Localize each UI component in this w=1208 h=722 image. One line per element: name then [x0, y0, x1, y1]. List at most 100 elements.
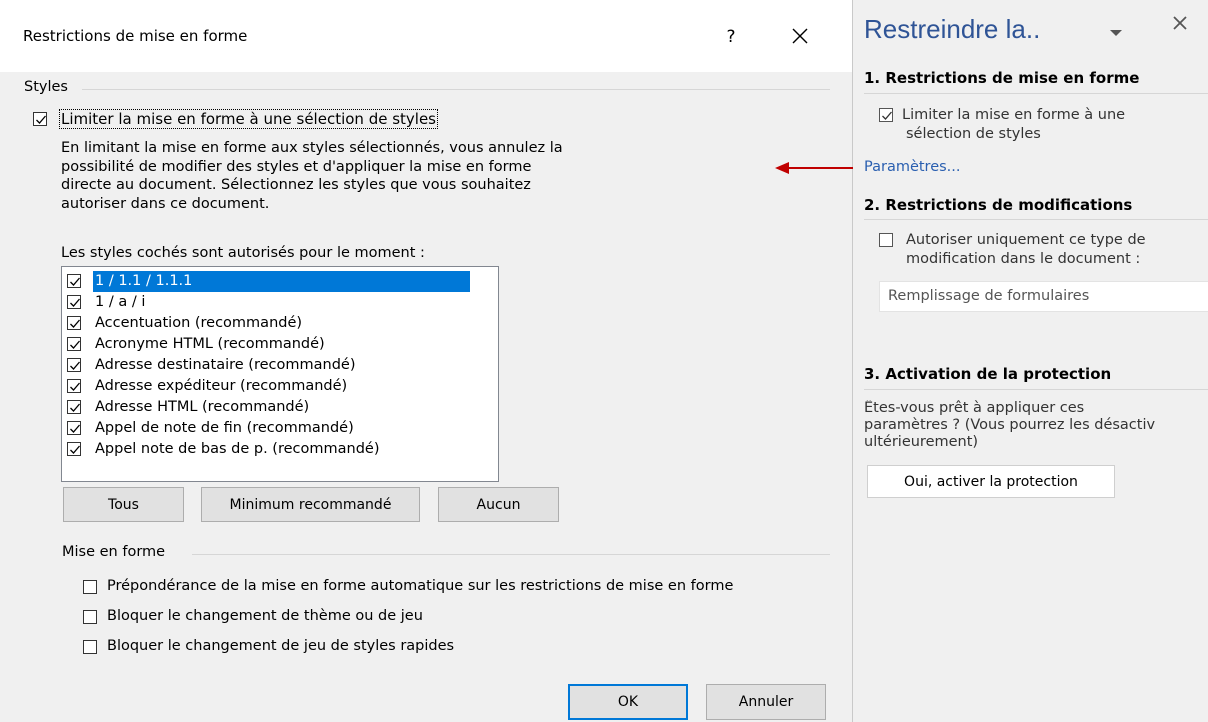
block-quickstyles-label: Bloquer le changement de jeu de styles r…	[107, 638, 455, 654]
style-item-label: Acronyme HTML (recommandé)	[95, 336, 325, 352]
cancel-label: Annuler	[738, 694, 794, 710]
style-checkbox[interactable]	[67, 295, 81, 309]
check-box[interactable]	[83, 610, 97, 624]
checkmark-icon	[70, 445, 80, 454]
styles-group-label: Styles	[24, 79, 68, 95]
checkmark-icon	[70, 298, 80, 307]
style-list-item[interactable]: Adresse destinataire (recommandé)	[66, 355, 470, 376]
check-box[interactable]	[83, 580, 97, 594]
check-box[interactable]	[879, 108, 893, 122]
style-checkbox[interactable]	[67, 421, 81, 435]
style-item-label: Accentuation (recommandé)	[95, 315, 303, 331]
description-line: En limitant la mise en forme aux styles …	[61, 140, 563, 156]
pane-title: Restreindre la..	[864, 14, 1041, 44]
activate-protection-button[interactable]: Oui, activer la protection	[867, 465, 1115, 498]
edit-type-value: Remplissage de formulaires	[888, 288, 1090, 304]
select-all-button[interactable]: Tous	[63, 487, 184, 522]
pane-options-dropdown-icon[interactable]	[1109, 24, 1123, 42]
check-box[interactable]	[879, 233, 893, 247]
style-checkbox[interactable]	[67, 442, 81, 456]
style-checkbox[interactable]	[67, 316, 81, 330]
block-theme-label: Bloquer le changement de thème ou de jeu	[107, 608, 423, 624]
section1-divider	[864, 93, 1208, 94]
style-list-item[interactable]: Adresse HTML (recommandé)	[66, 397, 470, 418]
style-checkbox[interactable]	[67, 400, 81, 414]
protection-description: Êtes-vous prêt à appliquer ces paramètre…	[864, 400, 1208, 451]
dialog-title: Restrictions de mise en forme	[23, 27, 248, 45]
settings-link[interactable]: Paramètres...	[864, 159, 961, 175]
select-none-button[interactable]: Aucun	[438, 487, 559, 522]
style-list-item[interactable]: 1 / 1.1 / 1.1.1	[66, 271, 470, 292]
description-line: Êtes-vous prêt à appliquer ces	[864, 400, 1085, 416]
style-list-item[interactable]: Acronyme HTML (recommandé)	[66, 334, 470, 355]
restrict-editing-pane: Restreindre la.. 1. Restrictions de mise…	[853, 0, 1208, 722]
limit-styles-checkbox[interactable]: Limiter la mise en forme à une sélection…	[33, 109, 473, 130]
checkmark-icon	[70, 361, 80, 370]
styles-group-divider	[82, 89, 830, 90]
cancel-button[interactable]: Annuler	[706, 684, 826, 720]
style-list-item[interactable]: Adresse expéditeur (recommandé)	[66, 376, 470, 397]
section1-title: 1. Restrictions de mise en forme	[864, 69, 1140, 87]
style-list-item[interactable]: Appel note de bas de p. (recommandé)	[66, 439, 470, 460]
select-all-label: Tous	[108, 496, 139, 513]
style-list-item[interactable]: Accentuation (recommandé)	[66, 313, 470, 334]
close-icon	[792, 28, 808, 44]
checkmark-icon	[36, 115, 46, 124]
style-list-item[interactable]: 1 / a / i	[66, 292, 470, 313]
checkmark-icon	[70, 382, 80, 391]
style-item-label: Appel de note de fin (recommandé)	[95, 420, 354, 436]
description-line: autoriser dans ce document.	[61, 195, 270, 212]
format-group-divider	[192, 554, 830, 555]
ok-label: OK	[617, 694, 639, 710]
style-item-label: 1 / 1.1 / 1.1.1	[95, 273, 193, 289]
style-list-item[interactable]: Appel de note de fin (recommandé)	[66, 418, 470, 439]
label-line: modification dans le document :	[906, 251, 1141, 267]
style-item-label: 1 / a / i	[95, 294, 146, 310]
block-theme-checkbox[interactable]: Bloquer le changement de thème ou de jeu	[83, 608, 533, 628]
select-none-label: Aucun	[476, 496, 521, 513]
checkmark-icon	[70, 319, 80, 328]
label-line: Limiter la mise en forme à une	[902, 107, 1126, 123]
allow-edit-type-label: Autoriser uniquement ce type de modifica…	[906, 231, 1146, 269]
label-line: sélection de styles	[906, 126, 1041, 142]
checkmark-icon	[70, 403, 80, 412]
checkmark-icon	[70, 340, 80, 349]
style-checkbox[interactable]	[67, 358, 81, 372]
recommended-minimum-button[interactable]: Minimum recommandé	[201, 487, 420, 522]
restriction-description: En limitant la mise en forme aux styles …	[61, 139, 563, 213]
section3-title: 3. Activation de la protection	[864, 365, 1112, 383]
section2-divider	[864, 219, 1208, 220]
edit-type-select[interactable]: Remplissage de formulaires	[879, 281, 1208, 312]
pane-limit-styles-label: Limiter la mise en forme à une sélection…	[902, 106, 1125, 144]
section3-divider	[864, 389, 1208, 390]
pane-limit-styles-checkbox[interactable]: Limiter la mise en forme à une sélection…	[879, 106, 1179, 146]
help-button[interactable]: ?	[716, 22, 746, 52]
description-line: ultérieurement)	[864, 434, 979, 450]
description-line: directe au document. Sélectionnez les st…	[61, 177, 531, 193]
limit-styles-check-box[interactable]	[33, 112, 47, 126]
style-list-label: Les styles cochés sont autorisés pour le…	[61, 245, 425, 261]
check-box[interactable]	[83, 640, 97, 654]
block-quickstyles-checkbox[interactable]: Bloquer le changement de jeu de styles r…	[83, 638, 533, 658]
style-checkbox[interactable]	[67, 379, 81, 393]
style-checkbox[interactable]	[67, 274, 81, 288]
style-item-label: Adresse expéditeur (recommandé)	[95, 378, 348, 394]
restrictions-dialog: Restrictions de mise en forme ? Styles L…	[0, 0, 853, 722]
style-list[interactable]: 1 / 1.1 / 1.1.1 1 / a / i Accentuation (…	[61, 266, 499, 482]
format-group-label: Mise en forme	[62, 544, 166, 560]
allow-edit-type-checkbox[interactable]: Autoriser uniquement ce type de modifica…	[879, 231, 1199, 271]
style-item-label: Adresse HTML (recommandé)	[95, 399, 310, 415]
style-item-label: Adresse destinataire (recommandé)	[95, 357, 356, 373]
checkmark-icon	[882, 111, 892, 120]
section2-title: 2. Restrictions de modifications	[864, 196, 1133, 214]
checkmark-icon	[70, 277, 80, 286]
limit-styles-label: Limiter la mise en forme à une sélection…	[59, 109, 438, 129]
close-button[interactable]	[780, 18, 820, 54]
style-checkbox[interactable]	[67, 337, 81, 351]
label-line: Autoriser uniquement ce type de	[906, 232, 1146, 248]
style-item-label: Appel note de bas de p. (recommandé)	[95, 441, 380, 457]
pane-close-icon[interactable]	[1171, 14, 1189, 36]
autoformat-override-checkbox[interactable]: Prépondérance de la mise en forme automa…	[83, 578, 833, 598]
ok-button[interactable]: OK	[568, 684, 688, 720]
autoformat-override-label: Prépondérance de la mise en forme automa…	[107, 578, 734, 594]
